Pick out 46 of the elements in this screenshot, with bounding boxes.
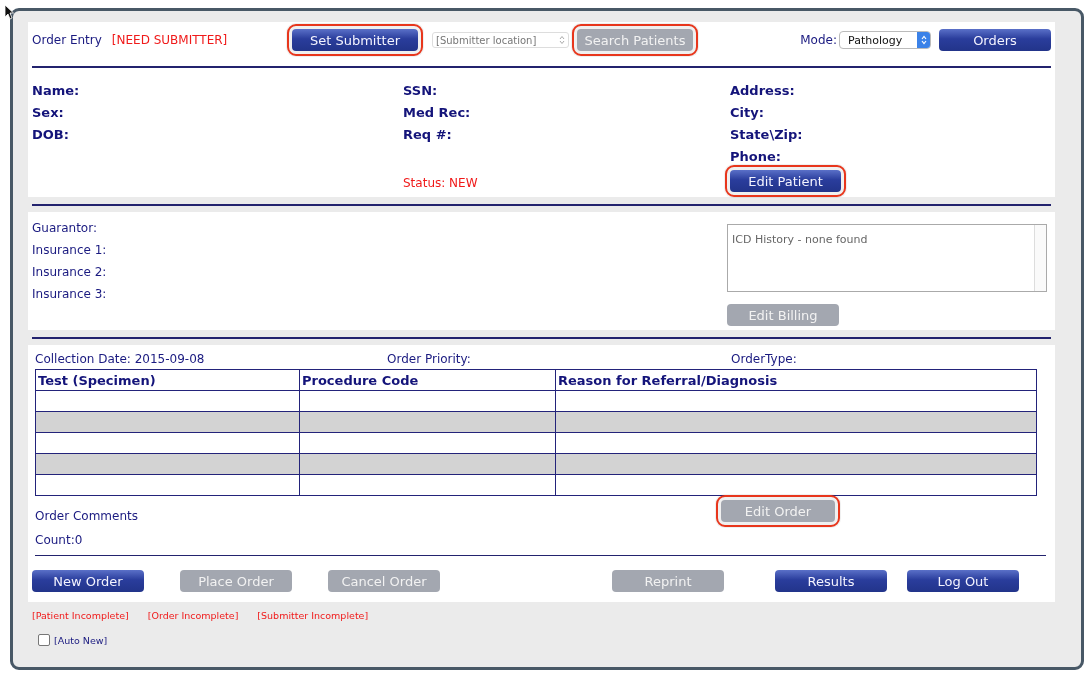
field-label: Phone: bbox=[730, 148, 782, 166]
field-label: State\Zip: bbox=[730, 126, 804, 144]
table-row[interactable] bbox=[35, 390, 1037, 412]
status-text: Status: NEW bbox=[403, 175, 479, 192]
stepper-icon bbox=[559, 35, 565, 45]
checkbox-label: [Auto New] bbox=[54, 634, 108, 646]
field-label: Name: bbox=[32, 82, 81, 100]
order-priority-label: Order Priority: bbox=[387, 352, 472, 368]
action-button[interactable]: Results bbox=[775, 570, 887, 592]
field-label: Sex: bbox=[32, 104, 65, 122]
field-label: Guarantor: bbox=[32, 220, 98, 237]
location-select[interactable]: [Submitter location] bbox=[432, 32, 569, 48]
cursor-icon bbox=[4, 4, 14, 20]
warning-note: [Patient Incomplete] bbox=[32, 610, 129, 621]
mode-label: Mode: bbox=[800, 33, 837, 47]
collection-date: Collection Date: 2015-09-08 bbox=[35, 352, 206, 368]
field-label: Insurance 2: bbox=[32, 264, 108, 281]
field-label: Insurance 3: bbox=[32, 286, 108, 303]
order-type-label: OrderType: bbox=[731, 352, 797, 368]
warning-note: [Submitter Incomplete] bbox=[257, 610, 369, 621]
action-button[interactable]: New Order bbox=[32, 570, 144, 592]
warning-text: [NEED SUBMITTER] bbox=[111, 33, 228, 47]
stepper-icon bbox=[917, 32, 930, 48]
column-header: Procedure Code bbox=[299, 369, 556, 391]
field-label: City: bbox=[730, 104, 765, 122]
page-title: Order Entry bbox=[32, 33, 102, 47]
field-label: Med Rec: bbox=[403, 104, 472, 122]
field-label: Address: bbox=[730, 82, 796, 100]
comments-label: Order Comments bbox=[35, 508, 139, 524]
column-header: Test (Specimen) bbox=[35, 369, 300, 391]
field-label: Insurance 1: bbox=[32, 242, 108, 259]
count-text: Count:0 bbox=[35, 532, 84, 548]
field-label: SSN: bbox=[403, 82, 439, 100]
table-row[interactable] bbox=[35, 432, 1037, 454]
table-row[interactable] bbox=[35, 474, 1037, 496]
column-header: Reason for Referral/Diagnosis bbox=[555, 369, 1037, 391]
table-row[interactable] bbox=[35, 411, 1037, 433]
orders-button[interactable]: Orders bbox=[939, 29, 1051, 51]
action-button[interactable]: Log Out bbox=[907, 570, 1019, 592]
field-label: DOB: bbox=[32, 126, 70, 144]
warning-note: [Order Incomplete] bbox=[147, 610, 239, 621]
table-row[interactable] bbox=[35, 453, 1037, 475]
mode-select[interactable]: Pathology bbox=[839, 31, 931, 49]
auto-new-checkbox[interactable] bbox=[38, 634, 50, 646]
field-label: Req #: bbox=[403, 126, 453, 144]
icd-history-box[interactable]: ICD History - none found bbox=[727, 224, 1047, 292]
